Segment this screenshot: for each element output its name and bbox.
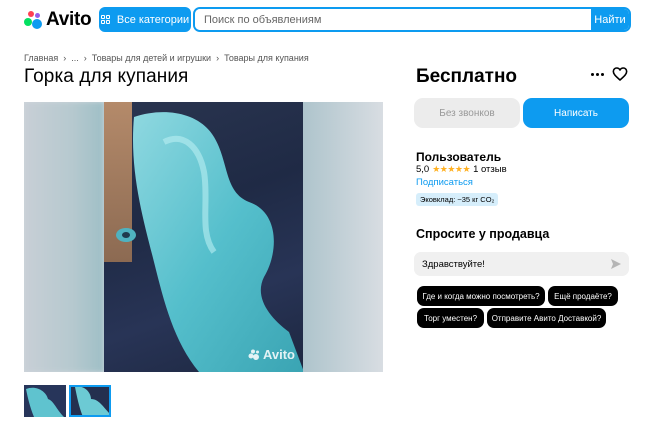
breadcrumb-item-bathing[interactable]: Товары для купания: [224, 53, 309, 63]
search-bar: Найти: [193, 7, 631, 32]
reviews-link[interactable]: 1 отзыв: [473, 164, 507, 175]
logo-dots-icon: [24, 11, 42, 29]
breadcrumb-separator: ›: [63, 53, 67, 63]
ask-seller-title: Спросите у продавца: [416, 227, 550, 241]
quick-question-chip[interactable]: Ещё продаёте?: [548, 286, 618, 306]
grid-icon: [100, 14, 111, 25]
eco-badge[interactable]: Эковклад: ~35 кг CO₂: [416, 193, 499, 206]
all-categories-label: Все категории: [116, 13, 190, 26]
seller-name[interactable]: Пользователь: [416, 150, 501, 164]
rating-stars-icon: ★★★★★: [432, 164, 471, 174]
quick-question-chip[interactable]: Отправите Авито Доставкой?: [487, 308, 606, 328]
subscribe-link[interactable]: Подписаться: [416, 177, 473, 188]
quick-question-chip[interactable]: Торг уместен?: [417, 308, 484, 328]
message-input[interactable]: Здравствуйте!: [414, 252, 629, 276]
breadcrumb-separator: ›: [83, 53, 87, 63]
avito-logo[interactable]: Avito: [24, 9, 92, 31]
price: Бесплатно: [416, 66, 518, 87]
watermark: Avito: [248, 347, 295, 362]
listing-title: Горка для купания: [24, 66, 189, 87]
breadcrumb: Главная › ... › Товары для детей и игруш…: [24, 53, 309, 63]
bath-slide-image: [116, 112, 304, 372]
quick-question-chip[interactable]: Где и когда можно посмотреть?: [417, 286, 545, 306]
search-button[interactable]: Найти: [591, 9, 629, 30]
thumbnail-1[interactable]: [24, 385, 66, 417]
breadcrumb-item-home[interactable]: Главная: [24, 53, 58, 63]
message-text: Здравствуйте!: [422, 258, 485, 270]
more-options-icon[interactable]: [588, 65, 606, 83]
send-icon[interactable]: [611, 259, 621, 269]
favorite-heart-icon[interactable]: [612, 66, 628, 82]
no-calls-button: Без звонков: [414, 98, 520, 128]
all-categories-button[interactable]: Все категории: [99, 7, 191, 32]
breadcrumb-item-ellipsis[interactable]: ...: [71, 53, 79, 63]
thumbnail-image: [69, 385, 111, 417]
rating-value: 5,0: [416, 164, 430, 175]
seller-rating: 5,0 ★★★★★ 1 отзыв: [416, 164, 507, 175]
breadcrumb-item-kids[interactable]: Товары для детей и игрушки: [92, 53, 211, 63]
thumbnail-2[interactable]: [69, 385, 111, 417]
main-photo[interactable]: Avito: [24, 102, 383, 372]
watermark-text: Avito: [262, 347, 295, 362]
write-message-button[interactable]: Написать: [523, 98, 629, 128]
logo-text: Avito: [46, 9, 92, 30]
thumbnail-image: [24, 385, 66, 417]
search-input[interactable]: [195, 9, 591, 30]
watermark-logo-icon: [248, 349, 259, 360]
bath-slide-photo: [104, 102, 304, 372]
breadcrumb-separator: ›: [216, 53, 220, 63]
